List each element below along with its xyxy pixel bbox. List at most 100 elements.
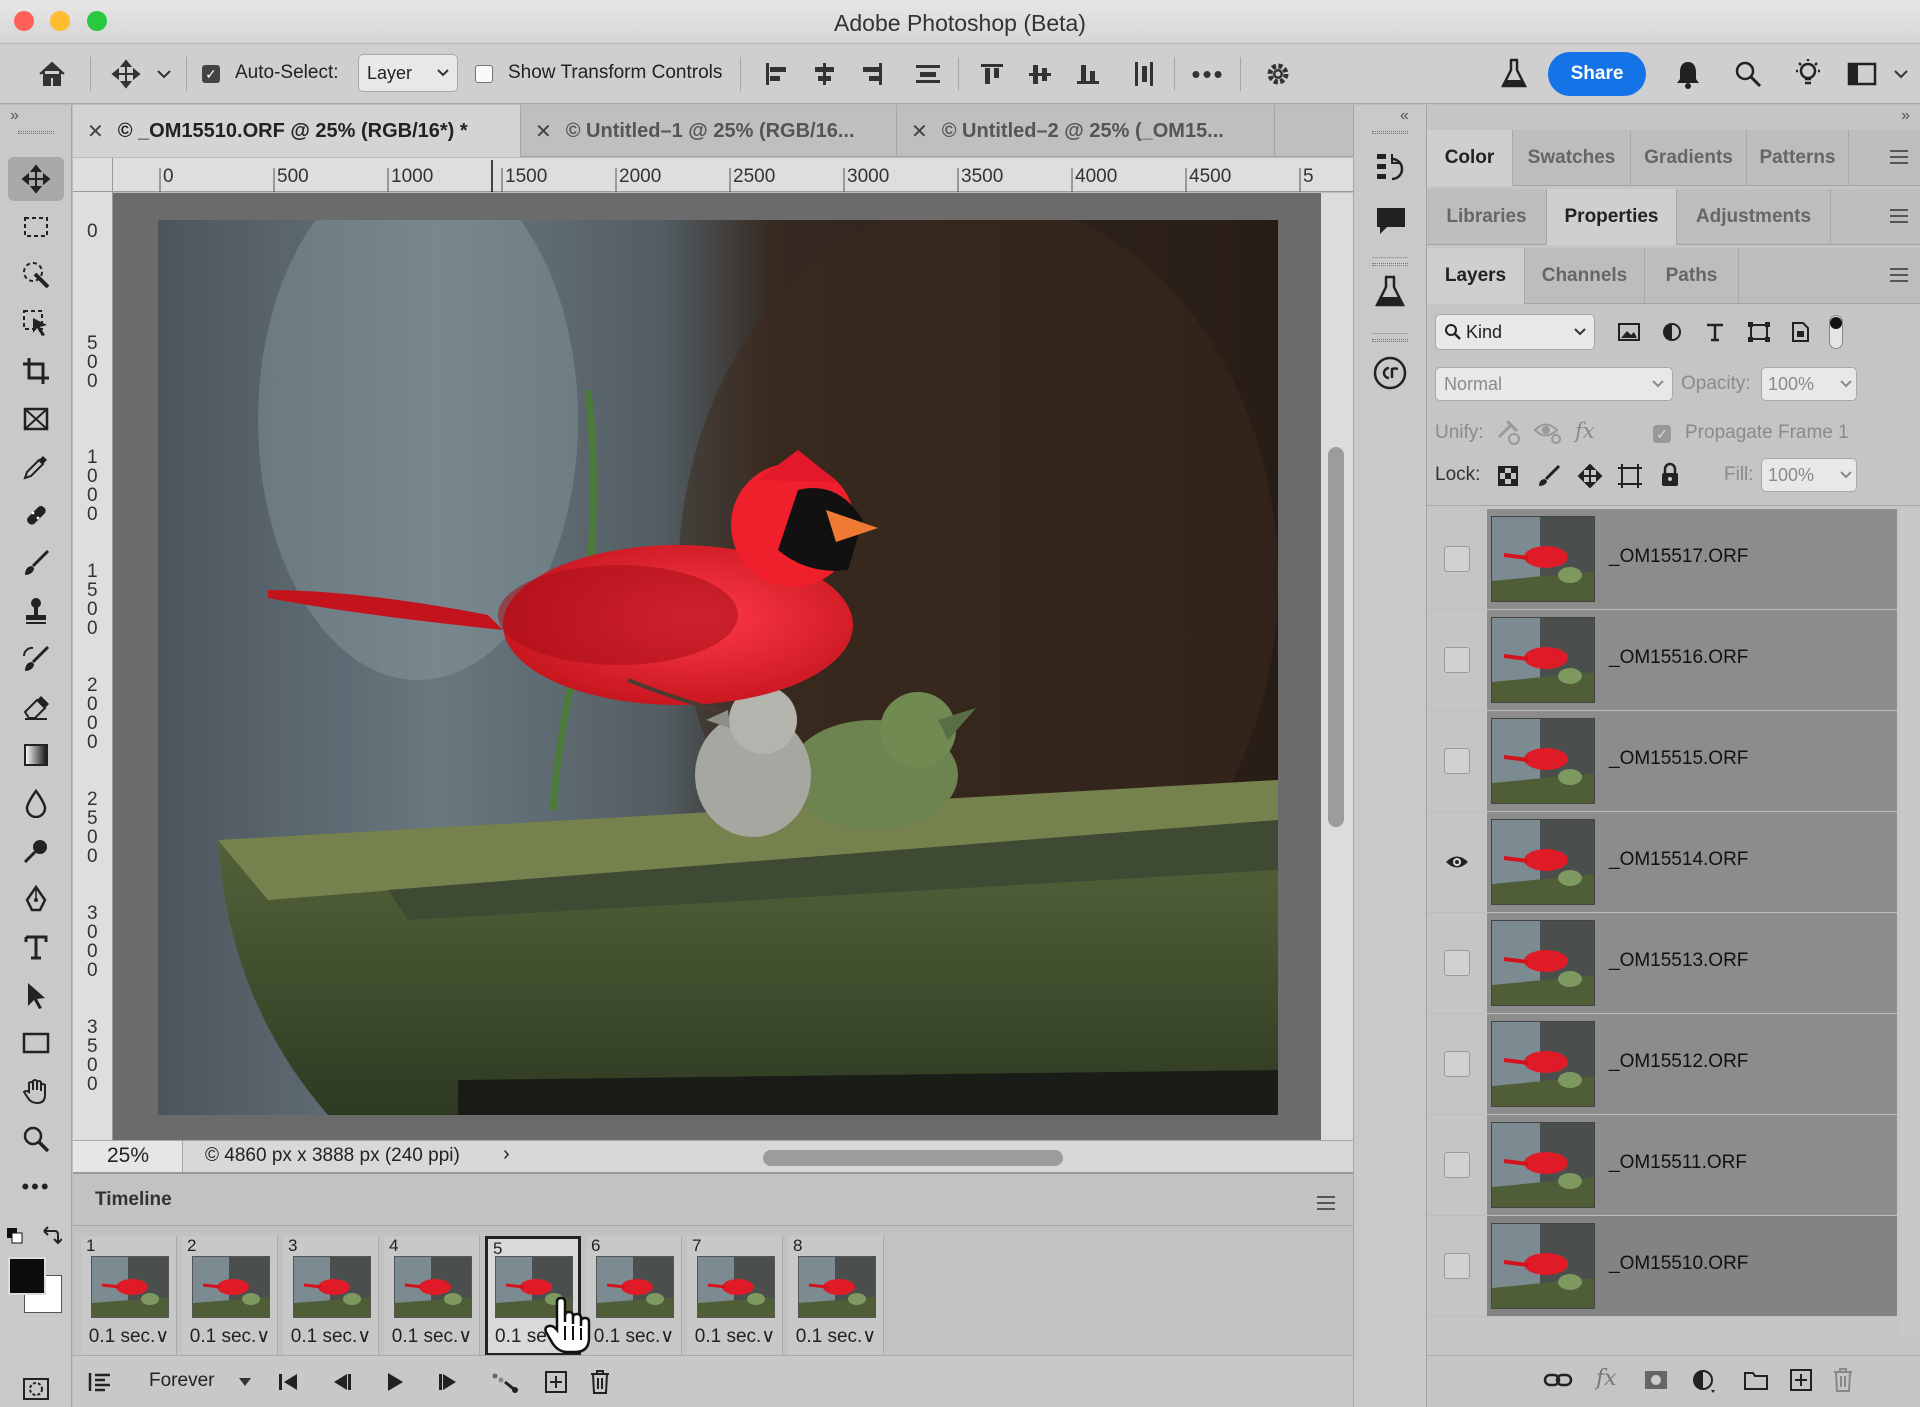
swap-colors-icon[interactable] (40, 1225, 64, 1247)
distribute-vertical-icon[interactable] (910, 58, 946, 90)
workspace-layout-icon[interactable] (1842, 56, 1882, 92)
hand-tool-icon[interactable] (8, 1069, 64, 1113)
tab-paths[interactable]: Paths (1645, 248, 1739, 304)
distribute-horizontal-icon[interactable] (1126, 58, 1162, 90)
tween-icon[interactable] (491, 1370, 519, 1394)
adjustment-filter-icon[interactable] (1661, 321, 1683, 343)
new-adjustment-layer-icon[interactable] (1691, 1368, 1717, 1394)
layer-style-icon[interactable]: fx (1596, 1366, 1617, 1391)
chevron-right-icon[interactable]: › (503, 1143, 510, 1166)
frame-delay-dropdown[interactable]: 0.1 sec.∨ (788, 1325, 884, 1348)
collapse-panel-icon[interactable]: » (10, 107, 19, 125)
layer-row[interactable]: _OM15517.ORF (1427, 509, 1897, 610)
opacity-field[interactable]: 100% (1761, 367, 1857, 401)
layer-row[interactable]: _OM15510.ORF (1427, 1216, 1897, 1317)
object-selection-tool-icon[interactable] (8, 301, 64, 345)
quick-selection-tool-icon[interactable] (8, 253, 64, 297)
visibility-toggle[interactable] (1444, 748, 1470, 774)
marquee-tool-icon[interactable] (8, 205, 64, 249)
loop-options-dropdown[interactable]: Forever (149, 1370, 214, 1392)
move-tool-icon[interactable] (8, 157, 64, 201)
panel-grip[interactable] (1372, 263, 1408, 266)
tab-color[interactable]: Color (1427, 130, 1513, 186)
filter-toggle-switch[interactable] (1829, 315, 1843, 349)
visibility-toggle[interactable] (1444, 1051, 1470, 1077)
shape-filter-icon[interactable] (1747, 321, 1771, 343)
expand-panels-icon[interactable]: « (1400, 107, 1409, 125)
align-bottom-edges-icon[interactable] (1070, 58, 1106, 90)
bell-icon[interactable] (1668, 54, 1708, 94)
layer-filter-dropdown[interactable]: Kind (1435, 314, 1595, 350)
eraser-tool-icon[interactable] (8, 685, 64, 729)
history-brush-tool-icon[interactable] (8, 637, 64, 681)
move-tool-icon[interactable] (106, 56, 146, 92)
timeline-frame[interactable]: 6 0.1 sec.∨ (586, 1236, 682, 1356)
vertical-ruler[interactable]: 0 500 1000 1500 2000 2500 3000 3500 (73, 192, 113, 1142)
fill-field[interactable]: 100% (1761, 458, 1857, 492)
horizontal-scrollbar-thumb[interactable] (763, 1150, 1063, 1166)
more-options-icon[interactable]: ••• (1188, 58, 1228, 90)
default-colors-icon[interactable] (6, 1227, 24, 1245)
timeline-frame[interactable]: 7 0.1 sec.∨ (687, 1236, 783, 1356)
unify-style-icon[interactable]: fx (1575, 419, 1595, 443)
close-icon[interactable]: ✕ (87, 119, 104, 144)
zoom-level-field[interactable]: 25% (73, 1141, 183, 1173)
frame-delay-dropdown[interactable]: 0.1 sec.∨ (586, 1325, 682, 1348)
smart-object-filter-icon[interactable] (1789, 321, 1811, 343)
first-frame-icon[interactable] (277, 1372, 299, 1392)
propagate-frame-checkbox[interactable]: ✓ (1653, 425, 1671, 443)
panel-grip[interactable] (1372, 131, 1408, 134)
quick-mask-icon[interactable] (8, 1367, 64, 1407)
zoom-tool-icon[interactable] (8, 1117, 64, 1161)
timeline-frame[interactable]: 4 0.1 sec.∨ (384, 1236, 480, 1356)
panel-menu-icon[interactable] (1317, 1196, 1335, 1214)
align-right-edges-icon[interactable] (854, 58, 890, 90)
tab-gradients[interactable]: Gradients (1631, 130, 1747, 186)
collapse-panel-icon[interactable]: » (1901, 107, 1910, 125)
frame-tool-icon[interactable] (8, 397, 64, 441)
panel-menu-icon[interactable] (1890, 150, 1908, 168)
type-filter-icon[interactable] (1704, 321, 1726, 343)
tab-patterns[interactable]: Patterns (1747, 130, 1849, 186)
align-left-edges-icon[interactable] (758, 58, 794, 90)
auto-select-dropdown[interactable]: Layer (358, 54, 458, 92)
tab-adjustments[interactable]: Adjustments (1677, 189, 1831, 245)
panel-grip[interactable] (18, 131, 54, 134)
lock-artboard-icon[interactable] (1617, 463, 1643, 489)
frame-delay-dropdown[interactable]: 0.1 sec.∨ (81, 1325, 177, 1348)
blur-tool-icon[interactable] (8, 781, 64, 825)
history-icon[interactable] (1374, 151, 1408, 185)
layer-row[interactable]: _OM15516.ORF (1427, 610, 1897, 711)
ruler-origin[interactable] (73, 158, 113, 192)
unify-position-icon[interactable] (1493, 417, 1523, 447)
close-icon[interactable]: ✕ (911, 119, 928, 144)
close-icon[interactable]: ✕ (535, 119, 552, 144)
frame-delay-dropdown[interactable]: 0.1 sec.∨ (384, 1325, 480, 1348)
tab-document-1[interactable]: ✕ © _OM15510.ORF @ 25% (RGB/16*) * (73, 105, 521, 157)
timeline-frame[interactable]: 1 0.1 sec.∨ (81, 1236, 177, 1356)
eyedropper-tool-icon[interactable] (8, 445, 64, 489)
clone-stamp-tool-icon[interactable] (8, 589, 64, 633)
play-icon[interactable] (385, 1371, 405, 1393)
lock-pixels-icon[interactable] (1537, 464, 1561, 488)
type-tool-icon[interactable] (8, 925, 64, 969)
tab-properties[interactable]: Properties (1547, 189, 1677, 245)
panel-menu-icon[interactable] (1890, 268, 1908, 286)
comments-icon[interactable] (1374, 205, 1408, 237)
vertical-scrollbar-thumb[interactable] (1328, 447, 1344, 827)
chevron-down-icon[interactable] (1890, 62, 1912, 86)
edit-toolbar-icon[interactable]: ••• (8, 1165, 64, 1209)
eye-icon[interactable] (1444, 849, 1470, 875)
home-icon[interactable] (32, 56, 72, 92)
previous-frame-icon[interactable] (331, 1372, 353, 1392)
dodge-tool-icon[interactable] (8, 829, 64, 873)
trash-icon[interactable] (1831, 1366, 1855, 1394)
timeline-frame[interactable]: 3 0.1 sec.∨ (283, 1236, 379, 1356)
visibility-toggle[interactable] (1444, 1152, 1470, 1178)
pen-tool-icon[interactable] (8, 877, 64, 921)
panel-menu-icon[interactable] (1890, 209, 1908, 227)
blend-mode-dropdown[interactable]: Normal (1435, 367, 1673, 401)
flask-icon[interactable] (1374, 275, 1406, 309)
add-mask-icon[interactable] (1643, 1369, 1669, 1391)
layers-scrollbar[interactable] (1901, 509, 1920, 1337)
